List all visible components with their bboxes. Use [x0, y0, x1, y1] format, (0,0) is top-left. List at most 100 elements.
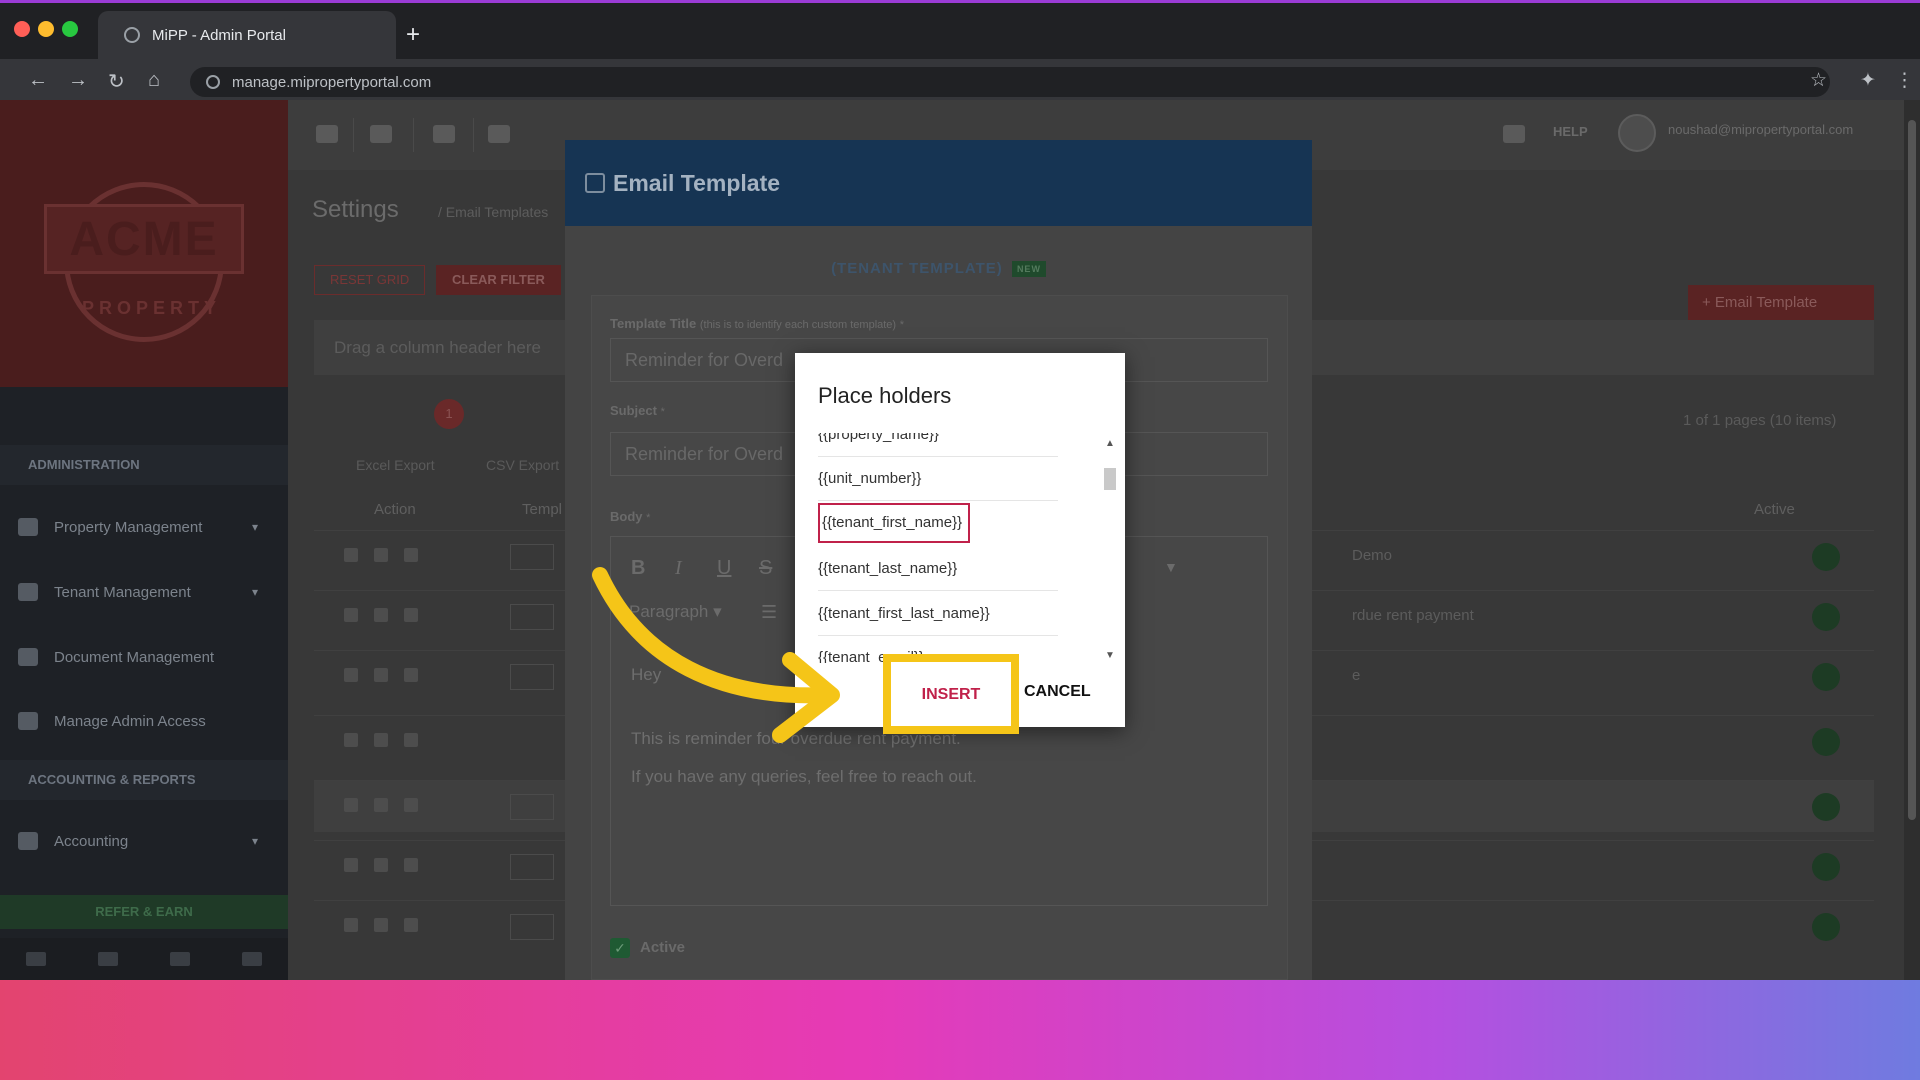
excel-export-button[interactable]: Excel Export: [356, 457, 435, 473]
column-header-active[interactable]: Active: [1754, 501, 1795, 518]
new-badge: NEW: [1011, 261, 1046, 278]
delete-icon[interactable]: [404, 608, 418, 622]
row-cell: [510, 664, 554, 690]
back-button[interactable]: ←: [28, 69, 48, 92]
copy-icon[interactable]: [374, 548, 388, 562]
logo-area: ACME PROPERTY: [0, 100, 288, 387]
edit-icon[interactable]: [344, 548, 358, 562]
site-info-icon[interactable]: [206, 75, 220, 89]
section-administration: ADMINISTRATION: [0, 445, 288, 485]
placeholder-item[interactable]: {{tenant_first_last_name}}: [818, 592, 1058, 636]
calculator-icon[interactable]: [488, 125, 510, 143]
breadcrumb[interactable]: / Email Templates: [438, 204, 548, 220]
clear-filter-button[interactable]: CLEAR FILTER: [436, 265, 561, 295]
edit-icon[interactable]: [344, 733, 358, 747]
subject-label: Subject *: [610, 403, 665, 418]
person-icon[interactable]: [170, 952, 190, 966]
scroll-up-icon[interactable]: ▲: [1105, 438, 1115, 449]
url-text: manage.mipropertyportal.com: [232, 73, 432, 91]
edit-icon[interactable]: [344, 918, 358, 932]
building-icon: [18, 518, 38, 536]
copy-icon[interactable]: [374, 918, 388, 932]
calculator-icon[interactable]: [242, 952, 262, 966]
placeholder-list[interactable]: {{property_name}} {{unit_number}} {{tena…: [818, 433, 1098, 663]
extensions-icon[interactable]: ✦: [1860, 69, 1876, 92]
csv-export-button[interactable]: CSV Export: [486, 457, 559, 473]
sidebar-item-document-management[interactable]: Document Management: [0, 632, 288, 682]
edit-icon[interactable]: [344, 858, 358, 872]
cancel-button[interactable]: CANCEL: [1024, 683, 1091, 701]
delete-icon[interactable]: [404, 548, 418, 562]
insert-button[interactable]: INSERT: [901, 680, 1001, 710]
copy-icon[interactable]: [374, 608, 388, 622]
template-title-label: Template Title (this is to identify each…: [610, 316, 904, 331]
add-email-template-button[interactable]: + Email Template: [1688, 285, 1874, 321]
sidebar-item-accounting[interactable]: Accounting ▾: [0, 816, 288, 866]
placeholder-item-selected[interactable]: {{tenant_first_name}}: [818, 503, 970, 543]
placeholder-scrollbar[interactable]: ▲ ▼: [1102, 438, 1118, 668]
close-window-button[interactable]: [14, 21, 30, 37]
delete-icon[interactable]: [404, 733, 418, 747]
edit-icon[interactable]: [344, 798, 358, 812]
paragraph-format-select[interactable]: Paragraph ▾: [629, 602, 722, 622]
bookmark-star-icon[interactable]: ☆: [1810, 69, 1827, 92]
page-button-1[interactable]: 1: [434, 399, 464, 429]
help-link[interactable]: HELP: [1553, 124, 1588, 139]
help-icon[interactable]: [1503, 125, 1525, 143]
strikethrough-button[interactable]: S: [759, 557, 772, 580]
list-icon[interactable]: ☰: [761, 602, 777, 623]
refer-earn-button[interactable]: REFER & EARN: [0, 895, 288, 929]
modal-header: Email Template: [565, 140, 1312, 226]
active-status-dot: [1812, 913, 1840, 941]
maximize-window-button[interactable]: [62, 21, 78, 37]
gear-icon[interactable]: [370, 125, 392, 143]
placeholder-item[interactable]: {{property_name}}: [818, 433, 1058, 457]
copy-icon[interactable]: [374, 798, 388, 812]
underline-button[interactable]: U: [717, 557, 731, 580]
column-header-action[interactable]: Action: [374, 501, 416, 518]
active-checkbox[interactable]: ✓: [610, 938, 630, 958]
address-bar[interactable]: manage.mipropertyportal.com: [190, 67, 1830, 97]
forward-button[interactable]: →: [68, 69, 88, 92]
reload-button[interactable]: ↻: [108, 69, 125, 94]
placeholder-item[interactable]: {{tenant_last_name}}: [818, 547, 1058, 591]
body-line: Hey: [631, 665, 662, 684]
page-scrollbar[interactable]: [1904, 100, 1920, 980]
reset-grid-button[interactable]: RESET GRID: [314, 265, 426, 295]
copy-icon[interactable]: [374, 668, 388, 682]
delete-icon[interactable]: [404, 918, 418, 932]
dashboard-icon[interactable]: [316, 125, 338, 143]
browser-menu-icon[interactable]: ⋮: [1895, 69, 1914, 92]
delete-icon[interactable]: [404, 858, 418, 872]
new-tab-button[interactable]: +: [406, 21, 420, 49]
row-cell: [510, 794, 554, 820]
italic-button[interactable]: I: [675, 557, 682, 580]
scroll-down-icon[interactable]: ▼: [1105, 650, 1115, 661]
avatar[interactable]: [1618, 114, 1656, 152]
calendar-icon[interactable]: [433, 125, 455, 143]
browser-tab[interactable]: MiPP - Admin Portal: [98, 11, 396, 59]
required-mark: *: [660, 406, 665, 418]
bottom-gradient-band: [0, 980, 1920, 1080]
sidebar-item-tenant-management[interactable]: Tenant Management ▾: [0, 567, 288, 617]
copy-icon[interactable]: [374, 858, 388, 872]
minimize-window-button[interactable]: [38, 21, 54, 37]
placeholder-item[interactable]: {{unit_number}}: [818, 457, 1058, 501]
scrollbar-thumb[interactable]: [1104, 468, 1116, 490]
briefcase-icon[interactable]: [98, 952, 118, 966]
chevron-down-icon[interactable]: ▼: [1164, 559, 1178, 575]
edit-icon[interactable]: [344, 608, 358, 622]
scrollbar-thumb[interactable]: [1908, 120, 1916, 820]
delete-icon[interactable]: [404, 798, 418, 812]
column-header-template[interactable]: Templ: [522, 501, 562, 518]
mail-icon[interactable]: [26, 952, 46, 966]
sidebar-item-manage-admin-access[interactable]: Manage Admin Access: [0, 696, 288, 746]
delete-icon[interactable]: [404, 668, 418, 682]
home-button[interactable]: ⌂: [148, 69, 160, 92]
document-icon: [18, 648, 38, 666]
copy-icon[interactable]: [374, 733, 388, 747]
bold-button[interactable]: B: [631, 557, 645, 580]
user-menu[interactable]: noushad@mipropertyportal.com: [1668, 122, 1853, 137]
sidebar-item-property-management[interactable]: Property Management ▾: [0, 502, 288, 552]
edit-icon[interactable]: [344, 668, 358, 682]
